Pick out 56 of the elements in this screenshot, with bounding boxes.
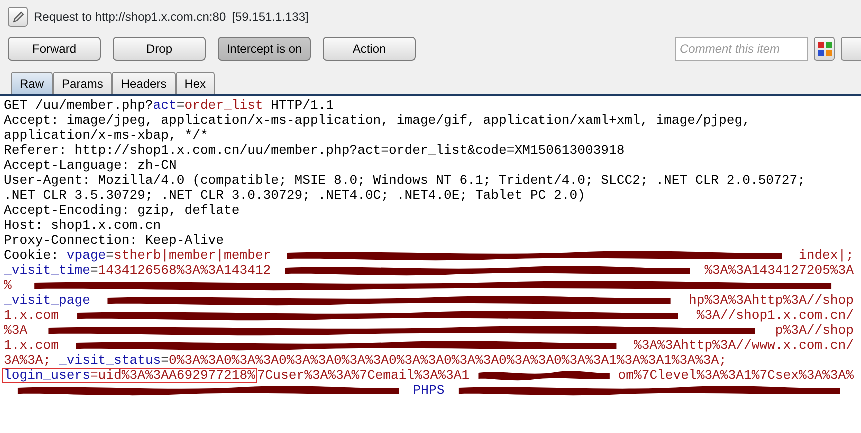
request-text: % xyxy=(4,278,12,293)
request-text: vpage xyxy=(66,248,106,263)
request-text: index|; xyxy=(798,248,854,263)
request-text: Proxy-Connection: Keep-Alive xyxy=(4,233,224,248)
toolbar-button[interactable]: Action xyxy=(323,37,416,61)
request-text: = xyxy=(90,263,98,278)
request-text: act xyxy=(153,98,177,113)
tab[interactable]: Headers xyxy=(112,72,176,94)
request-text: _visit_page xyxy=(4,293,90,308)
request-text: Accept-Language: zh-CN xyxy=(4,158,177,173)
request-text: User-Agent: Mozilla/4.0 (compatible; MSIE 8.0; Windows NT 6.1; Trident/4.0; SLCC2; .NET CLR 2.0.50727; xyxy=(4,173,806,188)
pencil-icon xyxy=(12,10,24,24)
help-button[interactable] xyxy=(841,37,861,61)
toolbar-button[interactable]: Drop xyxy=(113,37,206,61)
request-text: = xyxy=(106,248,114,263)
request-text: stherb|member|member xyxy=(114,248,272,263)
request-text: HTTP/1.1 xyxy=(270,98,334,113)
request-text: order_list xyxy=(184,98,264,113)
toolbar-button[interactable]: Forward xyxy=(8,37,101,61)
request-text: %3A xyxy=(4,323,28,338)
request-text: hp%3A%3Ahttp%3A//shop xyxy=(688,293,854,308)
host-ip: [59.151.1.133] xyxy=(232,9,309,26)
request-text: = xyxy=(176,98,185,113)
request-text: p%3A//shop xyxy=(775,323,854,338)
request-text: %3A//shop1.x.com.cn/ xyxy=(696,308,854,323)
request-text: GET /uu/member.php? xyxy=(4,98,154,113)
color-button[interactable] xyxy=(814,37,835,61)
request-text: = xyxy=(161,353,170,368)
color-grid-icon xyxy=(818,42,832,56)
request-text: PHPS xyxy=(413,383,445,398)
request-text: 1.x.com xyxy=(4,338,60,353)
request-text: 1434126568%3A%3A143412 xyxy=(98,263,272,278)
request-text: %3A%3Ahttp%3A//www.x.com.cn/ xyxy=(634,338,854,353)
request-text: 0%3A%3A0%3A%3A0%3A%3A0%3A%3A0%3A%3A0%3A%3A0%3A%3A0%3A%3A1%3A%3A1%3A%3A; xyxy=(169,353,727,368)
request-text: Referer: http://shop1.x.com.cn/uu/member.php?act=order_list&code=XM150613003918 xyxy=(4,143,625,158)
request-text: _visit_status xyxy=(59,353,162,368)
request-text: .NET CLR 3.5.30729; .NET CLR 3.0.30729; .NET4.0C; .NET4.0E; Tablet PC 2.0) xyxy=(4,188,586,203)
edit-button[interactable] xyxy=(8,7,28,27)
request-text: Accept-Encoding: gzip, deflate xyxy=(4,203,240,218)
request-text: application/x-ms-xbap, */* xyxy=(4,128,208,143)
request-text: 7Cuser%3A%3A%7Cemail%3A%3A1 xyxy=(257,368,470,383)
tab[interactable]: Hex xyxy=(176,72,216,94)
request-text: 3A%3A; xyxy=(4,353,52,368)
request-text: _visit_time xyxy=(4,263,90,278)
request-text: %3A%3A1434127205%3A xyxy=(704,263,854,278)
request-text: om%7Clevel%3A%3A1%7Csex%3A%3A% xyxy=(618,368,854,383)
highlighted-text: login_users=uid%3A%3AA692977218% xyxy=(2,368,258,383)
request-text: Host: shop1.x.com.cn xyxy=(4,218,162,233)
request-text: Cookie: xyxy=(4,248,60,263)
comment-field[interactable]: Comment this item xyxy=(675,37,808,61)
tab[interactable]: Params xyxy=(53,72,112,94)
request-text: 1.x.com xyxy=(4,308,60,323)
request-text: Accept: image/jpeg, application/x-ms-application, image/gif, application/xaml+xml, image/pjpeg, xyxy=(4,113,750,128)
request-title: Request to http://shop1.x.com.cn:80 xyxy=(34,9,226,26)
tab[interactable]: Raw xyxy=(11,72,54,94)
toolbar-button[interactable]: Intercept is on xyxy=(218,37,311,61)
